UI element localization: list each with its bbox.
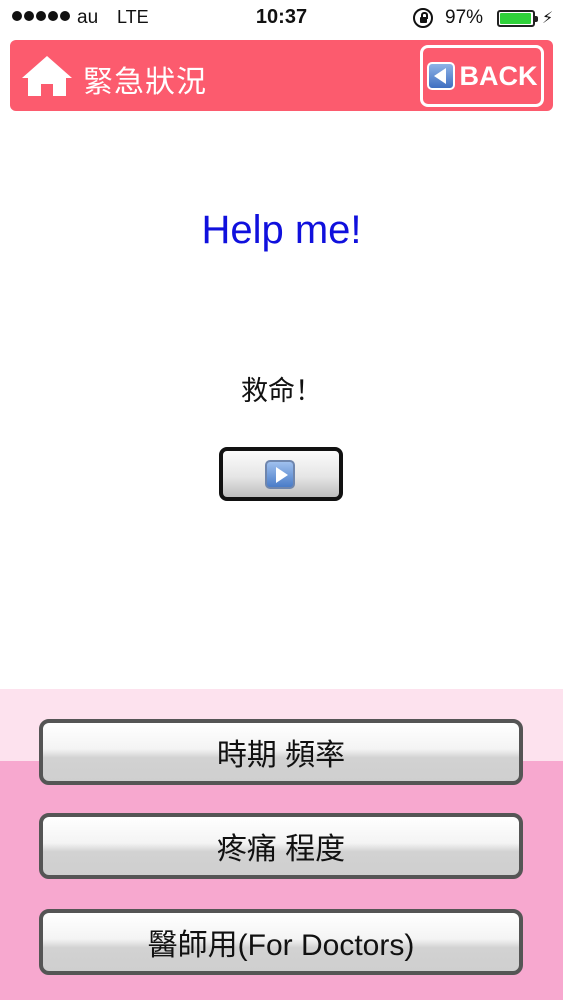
back-button[interactable]: BACK [420,45,544,107]
menu-button-timing-frequency[interactable]: 時期 頻率 [39,719,523,785]
phrase-translation: 救命！ [241,376,322,406]
play-icon [265,460,295,489]
status-bar: au LTE 10:37 97% ⚡ [0,0,563,38]
menu-button-pain-level[interactable]: 疼痛 程度 [39,813,523,879]
battery-percentage: 97% [445,7,484,28]
rotation-lock-icon [413,8,433,28]
home-icon[interactable] [20,54,74,98]
menu-button-for-doctors[interactable]: 醫師用(For Doctors) [39,909,523,975]
app-header: 緊急狀況 BACK [10,40,553,111]
charging-icon: ⚡ [542,10,554,27]
back-button-label: BACK [459,60,538,91]
back-arrow-icon [426,62,455,90]
battery-icon [497,10,538,27]
phrase-english: Help me! [201,208,362,252]
play-audio-button[interactable] [219,447,343,501]
battery-level-fill [500,13,532,24]
page-title: 緊急狀況 [83,66,207,99]
bottom-menu-panel: 時期 頻率 疼痛 程度 醫師用(For Doctors) [0,689,563,1000]
